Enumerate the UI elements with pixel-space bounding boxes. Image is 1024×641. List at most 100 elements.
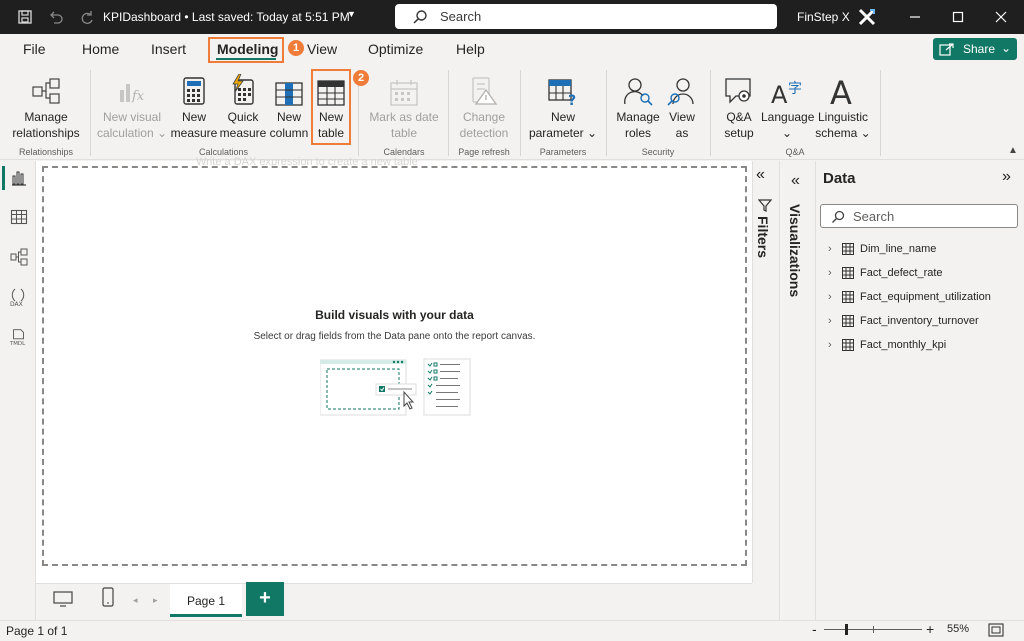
table-item[interactable]: › Fact_defect_rate bbox=[828, 264, 943, 282]
mark-as-date-table-button[interactable]: Mark as date table bbox=[364, 72, 444, 141]
previous-page-icon[interactable]: ◂ bbox=[133, 595, 138, 606]
language-button[interactable]: A字 Language ⌄ bbox=[761, 72, 814, 141]
group-label-page-refresh: Page refresh bbox=[458, 147, 510, 157]
new-measure-button[interactable]: New measure bbox=[170, 72, 218, 141]
table-view-icon[interactable] bbox=[9, 207, 29, 227]
change-detection-icon bbox=[453, 72, 515, 106]
tab-view[interactable]: View bbox=[307, 41, 337, 57]
table-item[interactable]: › Dim_line_name bbox=[828, 240, 936, 258]
manage-relationships-label-1: Manage bbox=[24, 110, 68, 124]
user-name[interactable]: FinStep X bbox=[797, 10, 850, 24]
tab-insert[interactable]: Insert bbox=[151, 41, 186, 57]
new-column-label-1: New bbox=[276, 110, 301, 124]
expand-visualizations-icon[interactable]: « bbox=[791, 172, 800, 190]
table-item-label: Fact_monthly_kpi bbox=[860, 339, 947, 351]
linguistic-schema-label-2: schema ⌄ bbox=[815, 126, 871, 140]
tmdl-view-icon[interactable]: TMDL bbox=[9, 327, 29, 347]
chevron-right-icon[interactable]: › bbox=[828, 243, 842, 255]
page-count-status: Page 1 of 1 bbox=[6, 624, 68, 638]
group-label-relationships: Relationships bbox=[18, 147, 74, 157]
global-search-box[interactable]: Search bbox=[395, 4, 777, 29]
mark-as-date-table-icon bbox=[364, 72, 444, 106]
table-item[interactable]: › Fact_equipment_utilization bbox=[828, 288, 991, 306]
language-icon: A字 bbox=[761, 72, 813, 106]
model-view-icon[interactable] bbox=[9, 247, 29, 267]
fit-to-page-icon[interactable] bbox=[988, 623, 1004, 640]
share-button[interactable]: Share ⌄ bbox=[933, 38, 1017, 60]
manage-relationships-icon bbox=[8, 72, 84, 106]
zoom-in-button[interactable]: + bbox=[926, 621, 934, 637]
manage-relationships-button[interactable]: Manage relationships bbox=[8, 72, 84, 141]
tab-help[interactable]: Help bbox=[456, 41, 485, 57]
collapse-ribbon-icon[interactable]: ▲ bbox=[1008, 145, 1018, 156]
add-page-button[interactable]: + bbox=[246, 582, 284, 616]
table-icon bbox=[842, 315, 860, 327]
expand-filters-icon[interactable]: « bbox=[756, 166, 765, 184]
ribbon: Manage relationships Relationships fx Ne… bbox=[0, 64, 1024, 160]
data-search-input[interactable]: Search bbox=[820, 204, 1018, 228]
table-item[interactable]: › Fact_monthly_kpi bbox=[828, 336, 946, 354]
quick-measure-button[interactable]: Quick measure bbox=[219, 72, 267, 141]
chevron-right-icon[interactable]: › bbox=[828, 291, 842, 303]
mobile-layout-icon[interactable] bbox=[97, 586, 119, 608]
tab-home[interactable]: Home bbox=[82, 41, 119, 57]
account-logo-icon[interactable] bbox=[856, 6, 878, 28]
new-measure-icon bbox=[170, 72, 218, 106]
next-page-icon[interactable]: ▸ bbox=[153, 595, 158, 606]
new-table-highlight bbox=[311, 69, 351, 145]
qa-setup-icon bbox=[716, 72, 762, 106]
qa-setup-label-2: setup bbox=[724, 126, 754, 140]
ribbon-separator bbox=[710, 70, 711, 156]
new-visual-calculation-label-2: calculation ⌄ bbox=[96, 126, 168, 140]
report-view-icon[interactable] bbox=[9, 168, 29, 188]
redo-icon[interactable] bbox=[76, 6, 98, 28]
table-item[interactable]: › Fact_inventory_turnover bbox=[828, 312, 979, 330]
svg-text:fx: fx bbox=[131, 89, 145, 104]
search-icon bbox=[832, 210, 845, 223]
collapse-data-pane-icon[interactable]: » bbox=[1002, 168, 1011, 186]
new-measure-label-2: measure bbox=[170, 126, 218, 140]
zoom-slider-thumb[interactable] bbox=[845, 624, 848, 635]
close-icon[interactable] bbox=[992, 8, 1010, 26]
chevron-right-icon[interactable]: › bbox=[828, 339, 842, 351]
group-label-qa: Q&A bbox=[785, 147, 805, 157]
change-detection-label-1: Change bbox=[462, 110, 506, 124]
new-parameter-button[interactable]: ? New parameter ⌄ bbox=[526, 72, 600, 141]
linguistic-schema-icon: A bbox=[814, 72, 872, 106]
group-label-parameters: Parameters bbox=[539, 147, 587, 157]
zoom-level[interactable]: 55% bbox=[947, 623, 969, 635]
qa-setup-button[interactable]: Q&A setup bbox=[716, 72, 762, 141]
new-visual-calculation-label-1: New visual bbox=[102, 110, 162, 124]
svg-text:A: A bbox=[830, 74, 852, 106]
dax-query-view-icon[interactable]: DAX bbox=[9, 287, 29, 307]
save-icon[interactable] bbox=[14, 6, 36, 28]
step-badge-2: 2 bbox=[353, 70, 369, 86]
new-column-button[interactable]: New column bbox=[267, 72, 311, 141]
linguistic-schema-button[interactable]: A Linguistic schema ⌄ bbox=[814, 72, 872, 141]
view-as-button[interactable]: View as bbox=[664, 72, 700, 141]
tab-file[interactable]: File bbox=[23, 41, 46, 57]
page-tab-page-1[interactable]: Page 1 bbox=[170, 583, 242, 617]
tab-optimize[interactable]: Optimize bbox=[368, 41, 423, 57]
view-as-label-1: View bbox=[669, 110, 695, 124]
change-detection-button[interactable]: Change detection bbox=[453, 72, 515, 141]
new-parameter-label-1: New bbox=[550, 110, 575, 124]
group-label-security: Security bbox=[641, 147, 675, 157]
filters-pane-label: Filters bbox=[755, 216, 771, 259]
minimize-icon[interactable] bbox=[906, 8, 924, 26]
manage-roles-button[interactable]: Manage roles bbox=[612, 72, 664, 141]
new-column-icon bbox=[267, 72, 311, 106]
table-item-label: Dim_line_name bbox=[860, 243, 937, 255]
chevron-right-icon[interactable]: › bbox=[828, 267, 842, 279]
new-visual-calculation-button[interactable]: fx New visual calculation ⌄ bbox=[96, 72, 168, 141]
search-icon bbox=[413, 10, 427, 24]
title-dropdown-icon[interactable]: ▼ bbox=[347, 9, 356, 19]
desktop-layout-icon[interactable] bbox=[52, 588, 74, 610]
table-icon bbox=[842, 243, 860, 255]
new-measure-label-1: New bbox=[181, 110, 206, 124]
undo-icon[interactable] bbox=[45, 6, 67, 28]
maximize-icon[interactable] bbox=[949, 8, 967, 26]
share-icon bbox=[939, 43, 954, 56]
chevron-right-icon[interactable]: › bbox=[828, 315, 842, 327]
zoom-out-button[interactable]: - bbox=[812, 621, 817, 637]
